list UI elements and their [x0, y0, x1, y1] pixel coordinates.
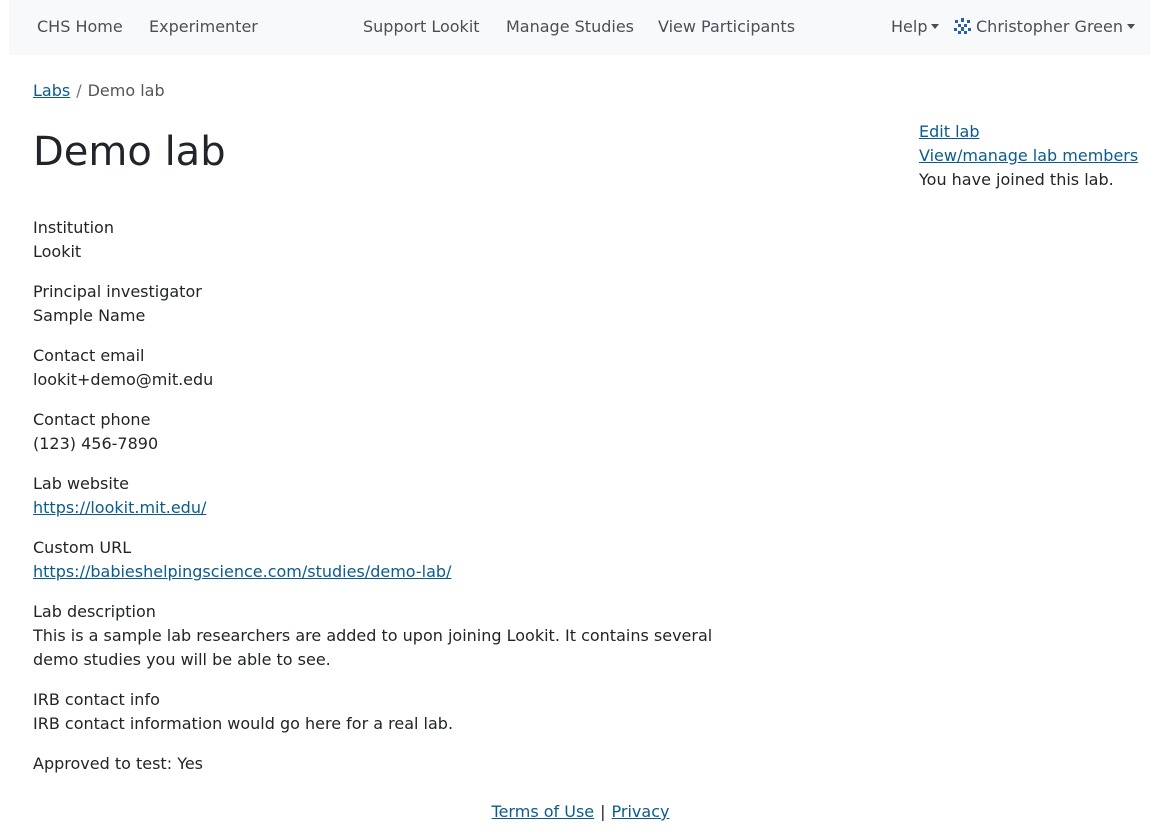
- chevron-down-icon: [1127, 24, 1135, 29]
- phone-label: Contact phone: [33, 410, 151, 429]
- website-label: Lab website: [33, 474, 129, 493]
- breadcrumb: Labs / Demo lab: [33, 81, 165, 101]
- institution-value: Lookit: [33, 242, 82, 261]
- pi-field: Principal investigator Sample Name: [33, 280, 733, 328]
- approved-label: Approved to test:: [33, 754, 173, 773]
- approved-value: Yes: [177, 754, 204, 773]
- nav-manage-studies[interactable]: Manage Studies: [506, 17, 634, 37]
- approved-field: Approved to test: Yes: [33, 752, 733, 776]
- nav-view-participants[interactable]: View Participants: [658, 17, 795, 37]
- irb-label: IRB contact info: [33, 690, 160, 709]
- page-title: Demo lab: [33, 129, 226, 175]
- manage-lab-members-link[interactable]: View/manage lab members: [919, 144, 1149, 168]
- phone-field: Contact phone (123) 456-7890: [33, 408, 733, 456]
- email-field: Contact email lookit+demo@mit.edu: [33, 344, 733, 392]
- top-navbar: CHS Home Experimenter Support Lookit Man…: [9, 0, 1150, 55]
- footer-separator: |: [600, 802, 606, 821]
- irb-value: IRB contact information would go here fo…: [33, 714, 454, 733]
- email-value: lookit+demo@mit.edu: [33, 370, 214, 389]
- custom-url-link[interactable]: https://babieshelpingscience.com/studies…: [33, 560, 733, 584]
- phone-value: (123) 456-7890: [33, 434, 159, 453]
- page-footer: Terms of Use | Privacy: [0, 800, 1161, 824]
- user-avatar-icon: [954, 18, 971, 35]
- description-label: Lab description: [33, 602, 156, 621]
- pi-value: Sample Name: [33, 306, 146, 325]
- irb-field: IRB contact info IRB contact information…: [33, 688, 733, 736]
- institution-field: Institution Lookit: [33, 216, 733, 264]
- custom-url-label: Custom URL: [33, 538, 132, 557]
- nav-experimenter[interactable]: Experimenter: [149, 17, 258, 37]
- pi-label: Principal investigator: [33, 282, 202, 301]
- description-value: This is a sample lab researchers are add…: [33, 626, 713, 669]
- breadcrumb-separator: /: [76, 81, 82, 100]
- user-name: Christopher Green: [976, 17, 1123, 36]
- website-link[interactable]: https://lookit.mit.edu/: [33, 496, 733, 520]
- help-dropdown[interactable]: Help: [891, 17, 940, 37]
- description-field: Lab description This is a sample lab res…: [33, 600, 733, 672]
- custom-url-field: Custom URL https://babieshelpingscience.…: [33, 536, 733, 584]
- user-menu-dropdown[interactable]: Christopher Green: [954, 17, 1135, 37]
- nav-chs-home[interactable]: CHS Home: [37, 17, 123, 37]
- nav-support-lookit[interactable]: Support Lookit: [363, 17, 480, 37]
- website-field: Lab website https://lookit.mit.edu/: [33, 472, 733, 520]
- joined-lab-note: You have joined this lab.: [919, 170, 1114, 189]
- privacy-link[interactable]: Privacy: [612, 802, 670, 821]
- lab-actions: Edit lab View/manage lab members You hav…: [919, 120, 1149, 192]
- institution-label: Institution: [33, 218, 114, 237]
- breadcrumb-current: Demo lab: [87, 81, 165, 100]
- chevron-down-icon: [931, 24, 940, 29]
- help-label: Help: [891, 17, 928, 36]
- email-label: Contact email: [33, 346, 145, 365]
- breadcrumb-labs-link[interactable]: Labs: [33, 81, 70, 100]
- terms-of-use-link[interactable]: Terms of Use: [492, 802, 595, 821]
- edit-lab-link[interactable]: Edit lab: [919, 120, 1149, 144]
- lab-details: Institution Lookit Principal investigato…: [33, 216, 733, 792]
